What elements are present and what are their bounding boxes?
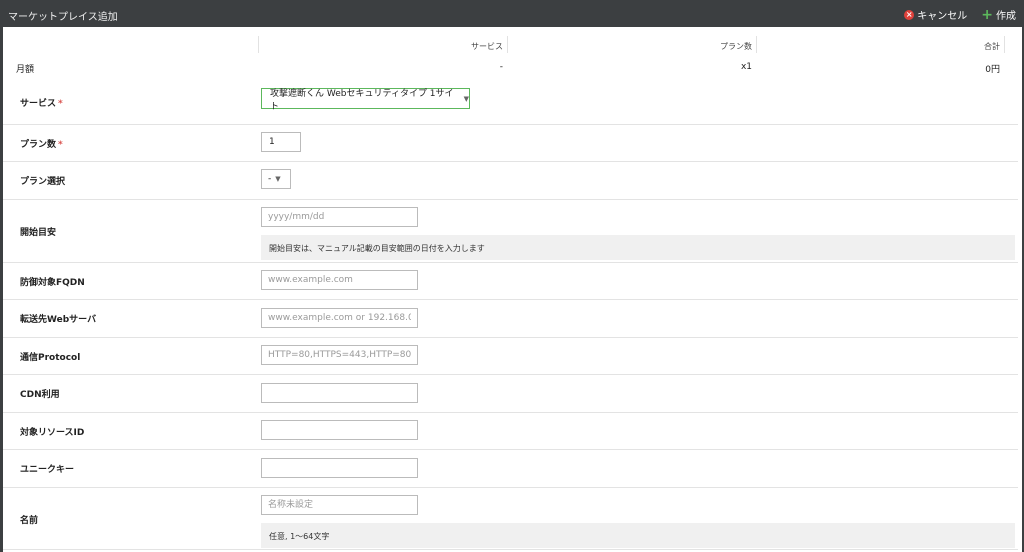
service-select-value: 攻撃遮断くん Webセキュリティタイプ 1サイト <box>270 88 454 112</box>
plan-count-value: 1 <box>269 137 275 147</box>
title-bar: マーケットプレイス追加 × キャンセル + 作成 <box>0 0 1024 27</box>
cdn-label: CDN利用 <box>20 390 60 400</box>
create-button-label: 作成 <box>996 11 1016 22</box>
name-input[interactable] <box>261 495 418 515</box>
plan-count-label: プラン数 * <box>20 140 63 150</box>
price-summary: サービス プラン数 合計 月額 - x1 0円 <box>3 27 1022 77</box>
name-label: 名前 <box>20 516 39 526</box>
form-row-plan-count: プラン数 * <box>3 124 1018 162</box>
name-hint: 任意, 1〜64文字 <box>261 523 1015 548</box>
form-row-forward-server: 転送先Webサーバ <box>3 299 1018 338</box>
chevron-down-icon: ▼ <box>275 175 281 183</box>
plan-select[interactable]: - ▼ <box>261 169 291 189</box>
form-row-plan-select: プラン選択 <box>3 161 1018 200</box>
forward-server-input[interactable] <box>261 308 418 328</box>
forward-server-label: 転送先Webサーバ <box>20 315 97 325</box>
unique-key-input[interactable] <box>261 458 418 478</box>
plan-select-label: プラン選択 <box>20 177 66 187</box>
start-date-input[interactable] <box>261 207 418 227</box>
fqdn-label: 防御対象FQDN <box>20 278 85 288</box>
fqdn-input[interactable] <box>261 270 418 290</box>
protocol-label: 通信Protocol <box>20 353 81 363</box>
resource-id-input[interactable] <box>261 420 418 440</box>
summary-value-total: 0円 <box>985 65 1000 75</box>
close-circle-icon: × <box>904 9 915 20</box>
start-date-label: 開始目安 <box>20 228 57 238</box>
cdn-input[interactable] <box>261 383 418 403</box>
service-label: サービス * <box>20 99 63 109</box>
start-date-hint: 開始目安は、マニュアル記載の目安範囲の日付を入力します <box>261 235 1015 260</box>
summary-row-label: 月額 <box>16 65 35 75</box>
form-row-fqdn: 防御対象FQDN <box>3 262 1018 300</box>
cancel-button-label: キャンセル <box>917 11 968 22</box>
resource-id-label: 対象リソースID <box>20 428 85 438</box>
summary-header-total: 合計 <box>984 42 1000 51</box>
plan-count-input[interactable]: 1 <box>261 132 301 152</box>
form-row-unique-key: ユニークキー <box>3 449 1018 488</box>
form-row-resource-id: 対象リソースID <box>3 412 1018 450</box>
summary-value-service: - <box>499 62 503 72</box>
form-row-service: サービス * <box>3 77 1018 125</box>
service-select[interactable]: 攻撃遮断くん Webセキュリティタイプ 1サイト ▼ <box>261 88 470 112</box>
page-title: マーケットプレイス追加 <box>8 12 118 23</box>
column-separator <box>1004 36 1005 53</box>
column-separator <box>507 36 508 53</box>
column-separator <box>258 36 259 53</box>
required-mark: * <box>58 99 63 109</box>
required-mark: * <box>58 140 63 150</box>
chevron-down-icon: ▼ <box>463 94 469 103</box>
form-row-cdn: CDN利用 <box>3 374 1018 413</box>
plus-icon: + <box>981 6 993 23</box>
unique-key-label: ユニークキー <box>20 465 75 475</box>
cancel-button[interactable]: × キャンセル <box>904 7 967 22</box>
summary-header-service: サービス <box>471 42 503 51</box>
column-separator <box>756 36 757 53</box>
protocol-input[interactable] <box>261 345 418 365</box>
summary-value-plan-count: x1 <box>740 62 752 72</box>
header-actions: × キャンセル + 作成 <box>904 7 1016 22</box>
create-button[interactable]: + 作成 <box>981 6 1016 23</box>
summary-header-plan-count: プラン数 <box>720 42 752 51</box>
plan-select-value: - <box>268 174 272 184</box>
form-row-protocol: 通信Protocol <box>3 337 1018 375</box>
